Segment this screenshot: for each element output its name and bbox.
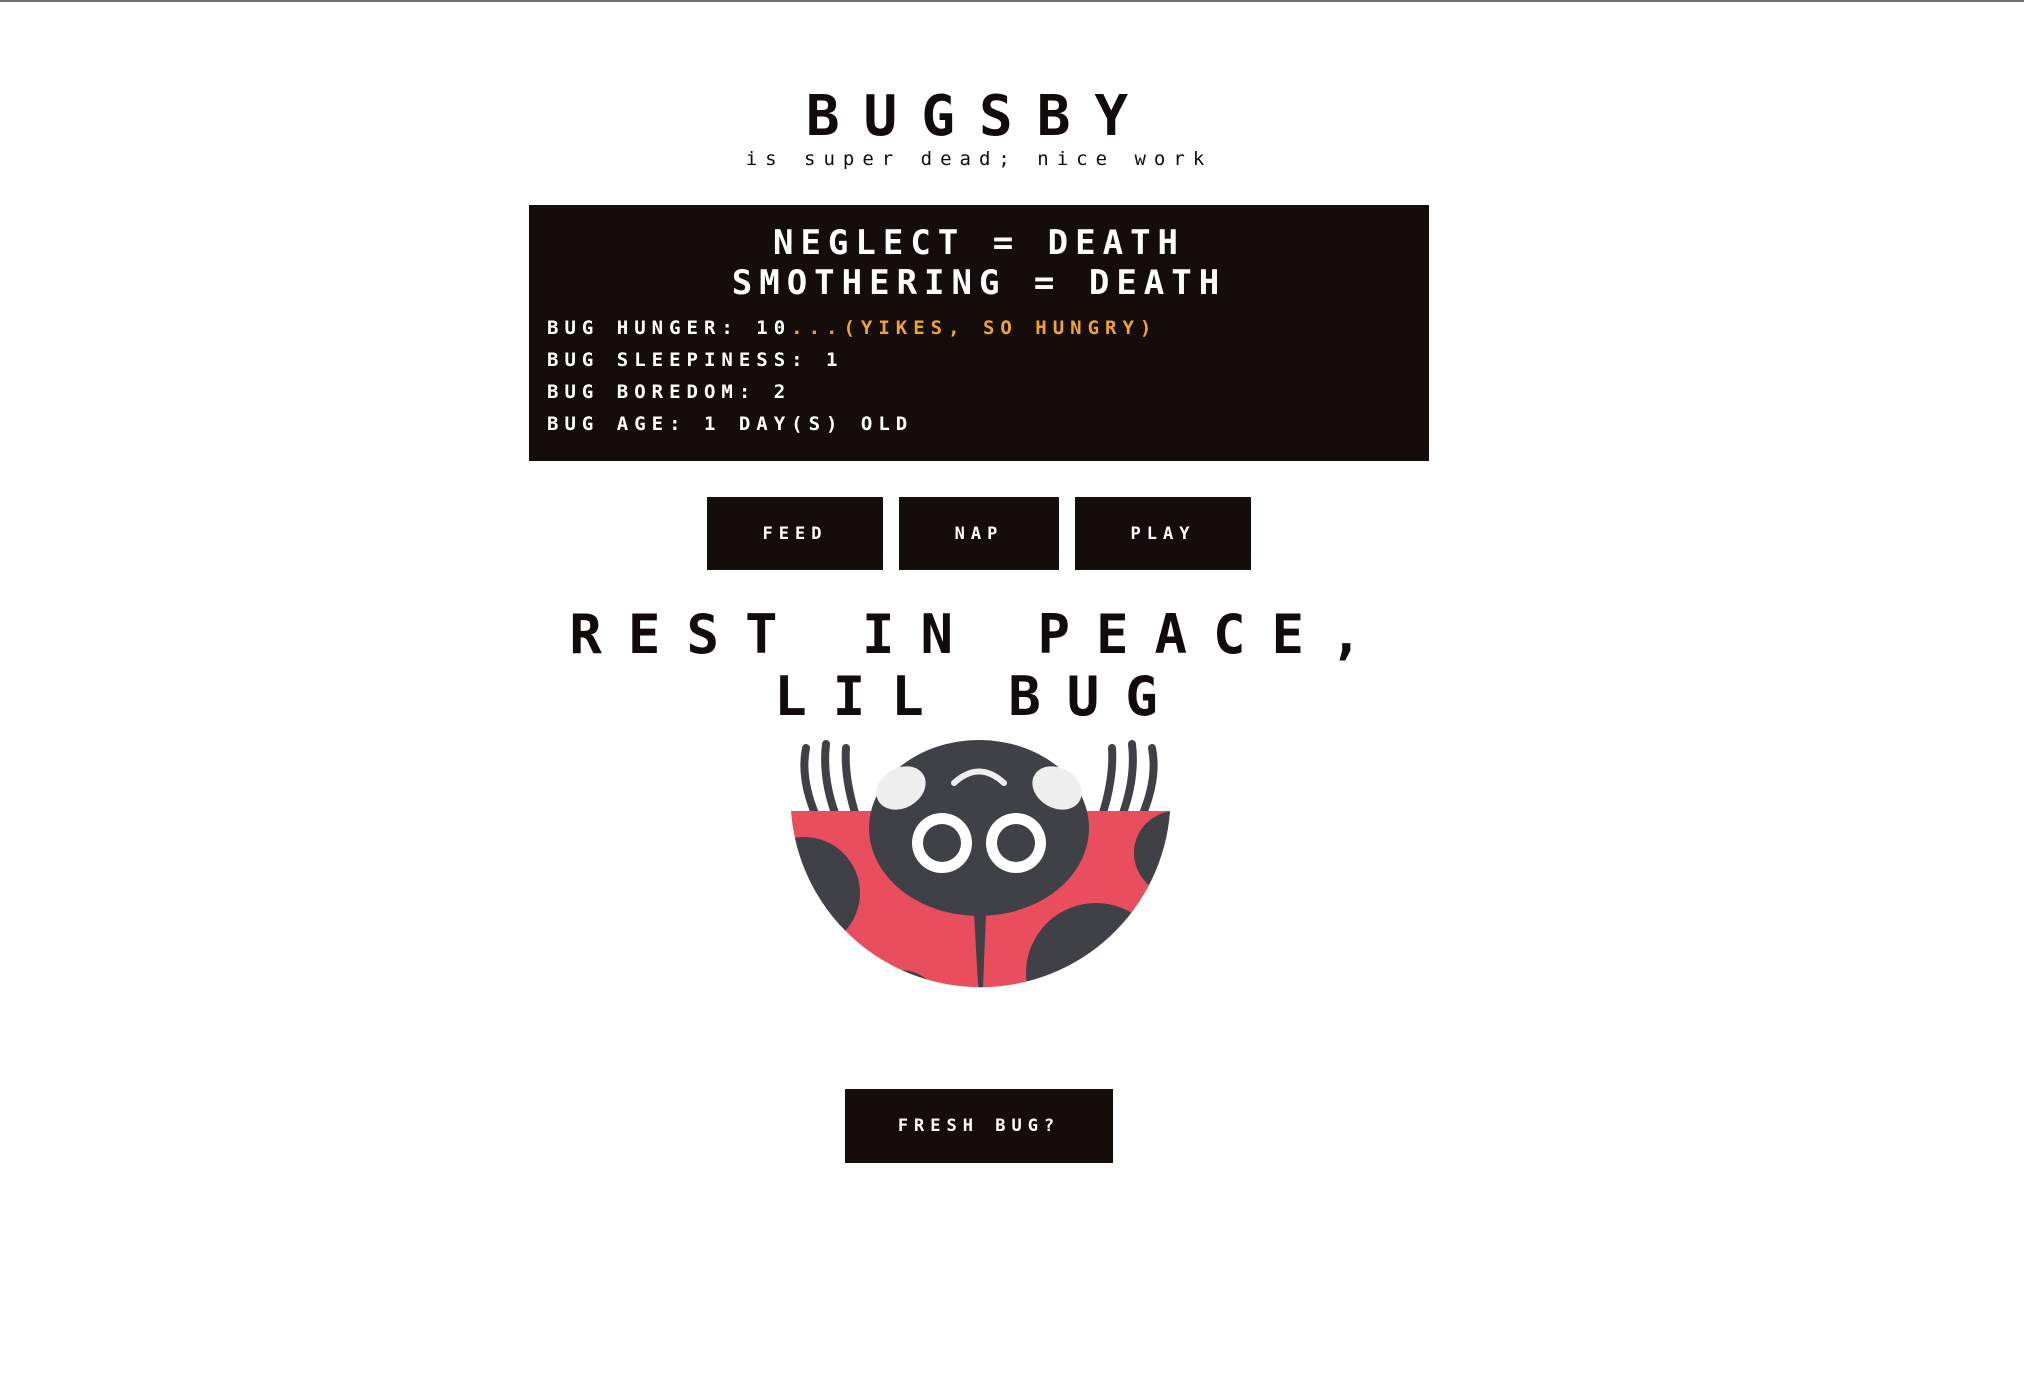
page: BUGSBY is super dead; nice work NEGLECT …: [0, 0, 2024, 1396]
rule-neglect: NEGLECT = DEATH: [772, 223, 1186, 263]
app-subtitle: is super dead; nice work: [745, 148, 1213, 170]
death-message: REST IN PEACE, LIL BUG: [0, 604, 1958, 728]
stat-boredom: BUG BOREDOM: 2: [547, 381, 792, 403]
stat-sleepiness: BUG SLEEPINESS: 1: [547, 349, 844, 371]
upside-down-ladybug-icon: [791, 740, 1170, 988]
stat-hunger-warning: ...(YIKES, SO HUNGRY): [791, 317, 1158, 339]
death-message-line-1: REST IN PEACE,: [569, 603, 1389, 666]
nap-button[interactable]: NAP: [899, 497, 1059, 570]
feed-button[interactable]: FEED: [707, 497, 883, 570]
stat-hunger: BUG HUNGER: 10...(YIKES, SO HUNGRY): [547, 312, 1157, 344]
stats-list: BUG HUNGER: 10...(YIKES, SO HUNGRY) BUG …: [547, 312, 1157, 440]
stat-age: BUG AGE: 1 DAY(S) OLD: [547, 413, 914, 435]
fresh-bug-button[interactable]: FRESH BUG?: [845, 1089, 1113, 1163]
rule-smothering: SMOTHERING = DEATH: [731, 263, 1227, 303]
play-button[interactable]: PLAY: [1075, 497, 1251, 570]
stat-hunger-value: BUG HUNGER: 10: [547, 317, 792, 339]
app-title: BUGSBY: [805, 84, 1153, 149]
status-panel: NEGLECT = DEATH SMOTHERING = DEATH BUG H…: [529, 205, 1429, 461]
rules-block: NEGLECT = DEATH SMOTHERING = DEATH: [529, 223, 1429, 303]
top-border: [0, 0, 2024, 2]
death-message-line-2: LIL BUG: [774, 665, 1184, 728]
